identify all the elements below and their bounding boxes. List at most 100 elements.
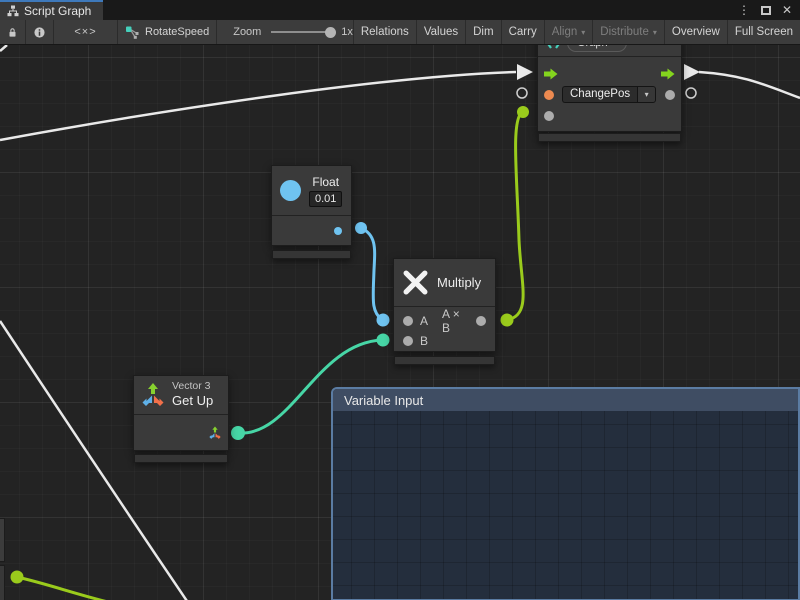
wire-offscreen-lime — [17, 577, 112, 600]
wire-endpoint-multiply-a — [377, 314, 390, 327]
multiply-a-label: A — [420, 314, 428, 328]
tab-script-graph[interactable]: Script Graph — [0, 0, 103, 20]
graph-asset-icon — [125, 25, 139, 39]
wire-endpoint-setvariable-value — [517, 106, 529, 118]
group-panel-header[interactable]: Variable Input — [333, 389, 798, 411]
values-button[interactable]: Values — [417, 20, 466, 44]
control-output-port[interactable] — [661, 68, 675, 80]
wire-control-in — [0, 72, 516, 140]
wire-corner-fragment — [0, 45, 7, 51]
code-icon: <×> — [74, 26, 96, 38]
wire-endpoint-vector3-out — [231, 426, 245, 440]
float-value-field[interactable]: 0.01 — [309, 191, 342, 207]
group-panel-title: Variable Input — [344, 393, 423, 408]
lock-icon — [8, 26, 17, 39]
dim-button[interactable]: Dim — [466, 20, 501, 44]
set-variable-header: Graph ▾ — [538, 45, 681, 57]
node-multiply[interactable]: Multiply A A × B B — [393, 258, 496, 352]
offscreen-node-footer — [0, 565, 5, 600]
close-icon[interactable]: ✕ — [782, 4, 792, 16]
vector3-body — [134, 415, 228, 450]
vector3-header: Vector 3 Get Up — [134, 376, 228, 415]
graph-asset-name: RotateSpeed — [145, 26, 209, 38]
vector3-icon — [140, 382, 166, 408]
multiply-b-port[interactable] — [403, 336, 413, 346]
graph-canvas[interactable]: Variable Input Graph ▾ — [0, 45, 800, 600]
multiply-icon — [403, 270, 428, 295]
inspect-button[interactable] — [26, 20, 54, 44]
zoom-control: Zoom 1x — [217, 20, 353, 44]
variable-name-field[interactable]: ChangePos ▾ — [562, 86, 656, 103]
variable-name-value[interactable]: ChangePos — [562, 86, 637, 103]
vector3-subtitle: Get Up — [172, 393, 213, 409]
multiply-header: Multiply — [394, 259, 495, 307]
unconnected-port-ring-right[interactable] — [686, 88, 696, 98]
wire-endpoint-multiply-b — [377, 334, 390, 347]
window-controls: ⋮ ✕ — [738, 0, 800, 20]
wire-multiply-to-setvariable — [507, 112, 523, 320]
float-body — [272, 216, 351, 246]
tab-bar: Script Graph ⋮ ✕ — [0, 0, 800, 20]
multiply-b-label: B — [420, 334, 428, 348]
group-panel-variable-input[interactable]: Variable Input — [331, 387, 800, 600]
zoom-value: 1x — [341, 26, 353, 38]
wire-float-to-multiply — [361, 228, 382, 320]
node-float[interactable]: Float 0.01 — [271, 165, 352, 246]
align-caret-icon: ▾ — [581, 28, 585, 37]
multiply-title: Multiply — [437, 275, 481, 290]
multiply-result-label: A × B — [442, 307, 469, 335]
script-graph-window: Script Graph ⋮ ✕ <×> — [0, 0, 800, 600]
full-screen-button[interactable]: Full Screen — [728, 20, 800, 44]
wire-arrowhead-in — [517, 64, 533, 80]
float-title: Float — [312, 175, 339, 189]
distribute-caret-icon: ▾ — [653, 28, 657, 37]
wire-arrowhead-out — [684, 64, 700, 80]
wire-endpoint-float-out — [355, 222, 367, 234]
vector3-footer — [134, 454, 228, 463]
group-panel-body[interactable] — [333, 411, 798, 599]
carry-button[interactable]: Carry — [502, 20, 545, 44]
kind-caret-icon: ▾ — [613, 45, 617, 47]
vector3-output-port[interactable] — [208, 426, 222, 440]
code-preview-button[interactable]: <×> — [54, 20, 118, 44]
float-header: Float 0.01 — [272, 166, 351, 216]
multiply-a-port[interactable] — [403, 316, 413, 326]
vector3-title: Vector 3 — [172, 380, 213, 393]
wire-endpoint-multiply-result — [501, 314, 514, 327]
lock-button[interactable] — [0, 20, 26, 44]
tab-title: Script Graph — [24, 4, 91, 18]
distribute-button: Distribute▾ — [593, 20, 665, 44]
script-graph-icon — [7, 5, 19, 17]
unconnected-port-ring-left[interactable] — [517, 88, 527, 98]
node-set-variable[interactable]: Graph ▾ ChangePos ▾ — [537, 45, 682, 132]
variable-name-dropdown[interactable]: ▾ — [637, 86, 656, 103]
maximize-icon[interactable] — [761, 6, 771, 15]
relations-button[interactable]: Relations — [353, 20, 417, 44]
float-footer — [272, 250, 351, 259]
overview-button[interactable]: Overview — [665, 20, 728, 44]
node-vector3-get-up[interactable]: Vector 3 Get Up — [133, 375, 229, 451]
graph-asset-button[interactable]: RotateSpeed — [118, 20, 217, 44]
offscreen-node-body[interactable] — [0, 518, 5, 562]
float-type-icon — [280, 180, 301, 201]
multiply-body: A A × B B — [394, 307, 495, 351]
control-input-port[interactable] — [544, 68, 558, 80]
info-icon — [34, 26, 45, 39]
set-variable-footer — [538, 133, 681, 142]
variable-icon — [546, 45, 561, 49]
variable-name-port[interactable] — [544, 90, 554, 100]
variable-kind-dropdown[interactable]: Graph ▾ — [567, 45, 627, 52]
zoom-slider-handle[interactable] — [325, 27, 336, 38]
zoom-slider[interactable] — [271, 31, 331, 33]
set-variable-body: ChangePos ▾ — [538, 57, 681, 126]
wire-control-out — [699, 72, 800, 98]
multiply-footer — [394, 356, 495, 365]
multiply-result-port[interactable] — [476, 316, 486, 326]
graph-toolbar: <×> RotateSpeed Zoom 1x Relations Values… — [0, 20, 800, 45]
float-output-port[interactable] — [334, 227, 342, 235]
value-output-port[interactable] — [665, 90, 675, 100]
window-menu-icon[interactable]: ⋮ — [738, 4, 750, 16]
align-button: Align▾ — [545, 20, 594, 44]
value-input-port[interactable] — [544, 111, 554, 121]
zoom-label: Zoom — [233, 26, 261, 38]
